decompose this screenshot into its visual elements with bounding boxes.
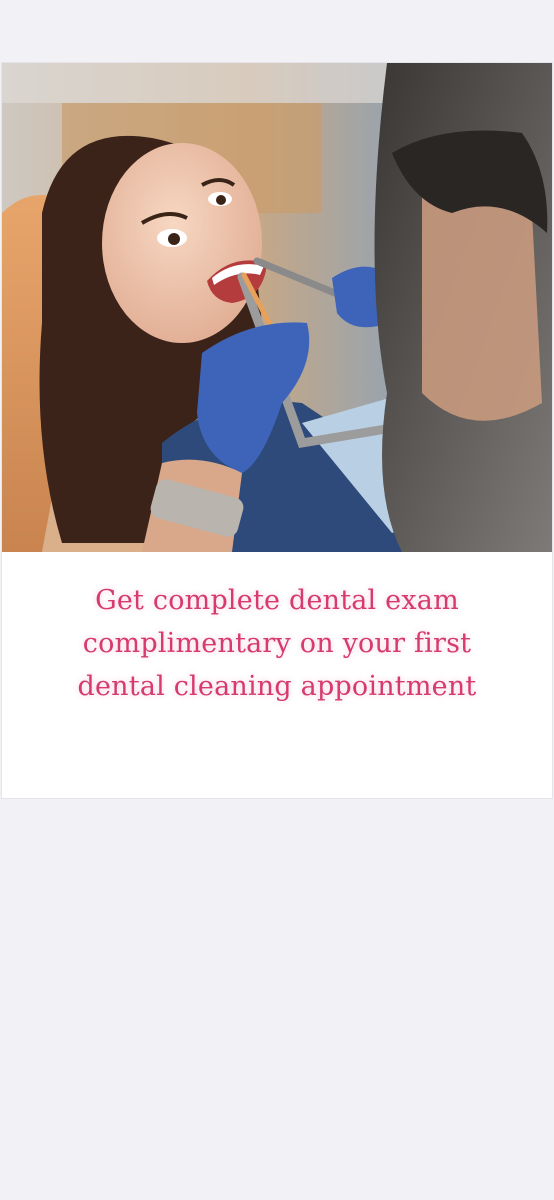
dental-patient-photo bbox=[2, 63, 552, 552]
promo-caption-line-2: complimentary on your first bbox=[82, 628, 472, 659]
promo-caption-line-3: dental cleaning appointment bbox=[77, 671, 477, 702]
promo-card: Get complete dental exam complimentary o… bbox=[2, 63, 552, 798]
promo-caption: Get complete dental exam complimentary o… bbox=[2, 579, 552, 708]
promo-caption-line-1: Get complete dental exam bbox=[95, 585, 459, 616]
